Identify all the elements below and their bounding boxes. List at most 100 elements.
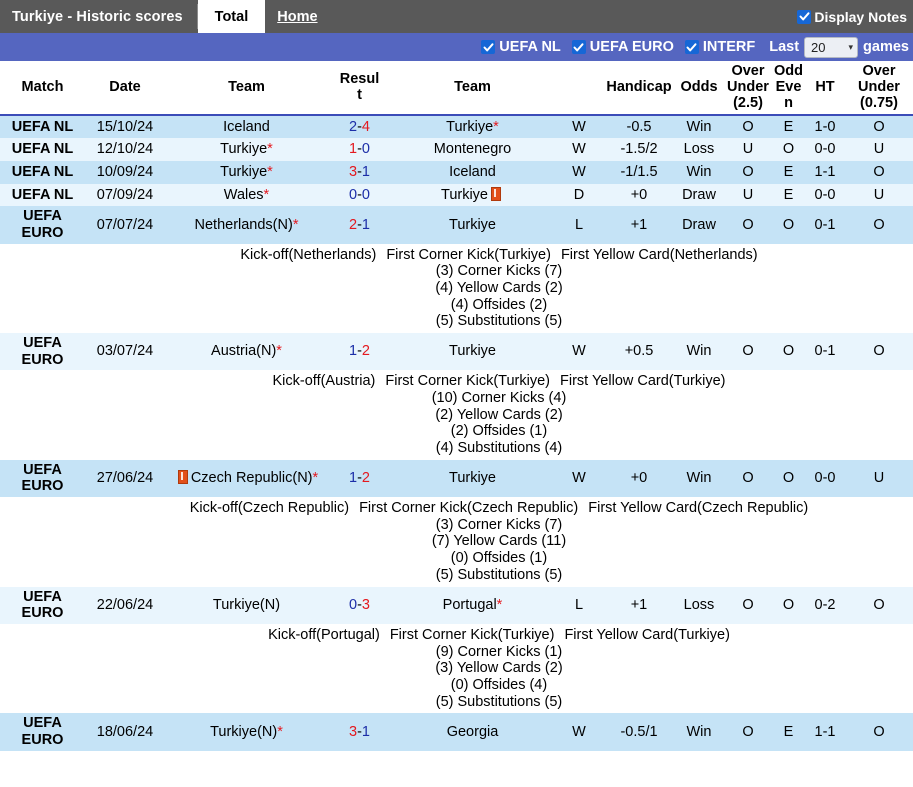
away-team[interactable]: Turkiye* <box>391 115 554 139</box>
league-badge[interactable]: UEFA NL <box>0 161 85 184</box>
team-name: Turkiye <box>441 187 488 203</box>
score-home: 3 <box>349 164 357 180</box>
table-row[interactable]: UEFA EURO03/07/24Austria(N)*1-2TurkiyeW+… <box>0 333 913 370</box>
team-name: Turkiye <box>449 470 496 486</box>
league-badge[interactable]: UEFA EURO <box>0 587 85 624</box>
away-team[interactable]: Turkiye <box>391 333 554 370</box>
team-name: Turkiye(N) <box>213 597 280 613</box>
league-badge[interactable]: UEFA EURO <box>0 206 85 243</box>
away-team[interactable]: Turkiye <box>391 206 554 243</box>
league-badge[interactable]: UEFA EURO <box>0 713 85 750</box>
match-result[interactable]: 1-2 <box>328 333 391 370</box>
home-team[interactable]: Turkiye(N)* <box>165 713 328 750</box>
note-stat-line: (3) Corner Kicks (7) <box>87 517 911 534</box>
col-over-under-075[interactable]: Over Under (0.75) <box>845 61 913 115</box>
col-match[interactable]: Match <box>0 61 85 115</box>
col-ht[interactable]: HT <box>805 61 845 115</box>
league-badge[interactable]: UEFA NL <box>0 138 85 161</box>
handicap-value: +0.5 <box>604 333 674 370</box>
league-badge[interactable]: UEFA NL <box>0 115 85 139</box>
notes-stats: (3) Corner Kicks (7)(7) Yellow Cards (11… <box>87 517 911 584</box>
match-result[interactable]: 0-3 <box>328 587 391 624</box>
col-team-home[interactable]: Team <box>165 61 328 115</box>
home-team[interactable]: Iceland <box>165 115 328 139</box>
table-row[interactable]: UEFA EURO18/06/24Turkiye(N)*3-1GeorgiaW-… <box>0 713 913 750</box>
match-result[interactable]: 2-1 <box>328 206 391 243</box>
note-headline-item: Kick-off(Netherlands) <box>240 247 376 263</box>
away-team[interactable]: Turkiye <box>391 460 554 497</box>
match-result[interactable]: 1-2 <box>328 460 391 497</box>
tab-home[interactable]: Home <box>265 0 329 33</box>
away-team[interactable]: Turkiye <box>391 184 554 207</box>
away-team[interactable]: Georgia <box>391 713 554 750</box>
col-result[interactable]: Resul t <box>328 61 391 115</box>
match-result[interactable]: 3-1 <box>328 161 391 184</box>
half-time-score: 1-1 <box>805 713 845 750</box>
team-name: Turkiye <box>220 141 267 157</box>
score-home: 2 <box>349 217 357 233</box>
match-result[interactable]: 0-0 <box>328 184 391 207</box>
checkbox-checked-icon[interactable] <box>797 10 811 24</box>
match-result[interactable]: 3-1 <box>328 713 391 750</box>
note-stat-line: (0) Offsides (4) <box>87 677 911 694</box>
note-stat-line: (5) Substitutions (5) <box>87 694 911 711</box>
col-odd-even[interactable]: Odd Eve n <box>772 61 805 115</box>
table-header: Match Date Team Resul t Team Handicap Od… <box>0 61 913 115</box>
home-marker-icon: * <box>493 119 499 135</box>
score-home: 0 <box>349 597 357 613</box>
note-stat-line: (2) Yellow Cards (2) <box>87 407 911 424</box>
table-row[interactable]: UEFA EURO27/06/24Czech Republic(N)*1-2Tu… <box>0 460 913 497</box>
over-under-075: O <box>845 115 913 139</box>
filter-uefa-euro[interactable]: UEFA EURO <box>572 39 674 55</box>
away-team[interactable]: Iceland <box>391 161 554 184</box>
away-team[interactable]: Portugal* <box>391 587 554 624</box>
match-result[interactable]: 1-0 <box>328 138 391 161</box>
home-team[interactable]: Czech Republic(N)* <box>165 460 328 497</box>
tab-total[interactable]: Total <box>198 0 266 33</box>
col-over-under-25[interactable]: Over Under (2.5) <box>724 61 772 115</box>
historic-scores-table: Match Date Team Resul t Team Handicap Od… <box>0 61 913 751</box>
col-wdl[interactable] <box>554 61 604 115</box>
col-handicap[interactable]: Handicap <box>604 61 674 115</box>
over-under-075: O <box>845 161 913 184</box>
odds-result: Win <box>674 460 724 497</box>
notes-stats: (3) Corner Kicks (7)(4) Yellow Cards (2)… <box>87 263 911 330</box>
league-badge[interactable]: UEFA EURO <box>0 333 85 370</box>
home-team[interactable]: Wales* <box>165 184 328 207</box>
games-count-select[interactable]: 20 ▾ <box>804 37 858 58</box>
home-team[interactable]: Turkiye* <box>165 161 328 184</box>
col-date[interactable]: Date <box>85 61 165 115</box>
checkbox-checked-icon[interactable] <box>481 40 495 54</box>
match-result[interactable]: 2-4 <box>328 115 391 139</box>
odds-result: Win <box>674 713 724 750</box>
away-team[interactable]: Montenegro <box>391 138 554 161</box>
league-badge[interactable]: UEFA NL <box>0 184 85 207</box>
home-team[interactable]: Austria(N)* <box>165 333 328 370</box>
table-row[interactable]: UEFA EURO22/06/24Turkiye(N)0-3Portugal*L… <box>0 587 913 624</box>
league-badge[interactable]: UEFA EURO <box>0 460 85 497</box>
table-row[interactable]: UEFA EURO07/07/24Netherlands(N)*2-1Turki… <box>0 206 913 243</box>
table-row[interactable]: UEFA NL12/10/24Turkiye*1-0MontenegroW-1.… <box>0 138 913 161</box>
display-notes-toggle[interactable]: Display Notes <box>797 0 913 33</box>
table-row[interactable]: UEFA NL07/09/24Wales*0-0TurkiyeD+0DrawUE… <box>0 184 913 207</box>
match-notes-row: Kick-off(Netherlands)First Corner Kick(T… <box>0 244 913 333</box>
table-row[interactable]: UEFA NL15/10/24Iceland2-4Turkiye*W-0.5Wi… <box>0 115 913 139</box>
col-label: Handicap <box>606 79 671 95</box>
table-header-row: Match Date Team Resul t Team Handicap Od… <box>0 61 913 115</box>
filter-uefa-nl[interactable]: UEFA NL <box>481 39 561 55</box>
games-label: games <box>863 39 909 55</box>
notes-spacer <box>0 244 85 333</box>
notes-content: Kick-off(Austria)First Corner Kick(Turki… <box>85 370 913 459</box>
over-under-25: U <box>724 184 772 207</box>
filter-interf[interactable]: INTERF <box>685 39 755 55</box>
checkbox-checked-icon[interactable] <box>572 40 586 54</box>
home-team[interactable]: Turkiye* <box>165 138 328 161</box>
home-team[interactable]: Netherlands(N)* <box>165 206 328 243</box>
note-stat-line: (4) Substitutions (4) <box>87 440 911 457</box>
col-team-away[interactable]: Team <box>391 61 554 115</box>
page-title: Turkiye - Historic scores <box>0 0 197 33</box>
home-team[interactable]: Turkiye(N) <box>165 587 328 624</box>
table-row[interactable]: UEFA NL10/09/24Turkiye*3-1IcelandW-1/1.5… <box>0 161 913 184</box>
checkbox-checked-icon[interactable] <box>685 40 699 54</box>
col-odds[interactable]: Odds <box>674 61 724 115</box>
